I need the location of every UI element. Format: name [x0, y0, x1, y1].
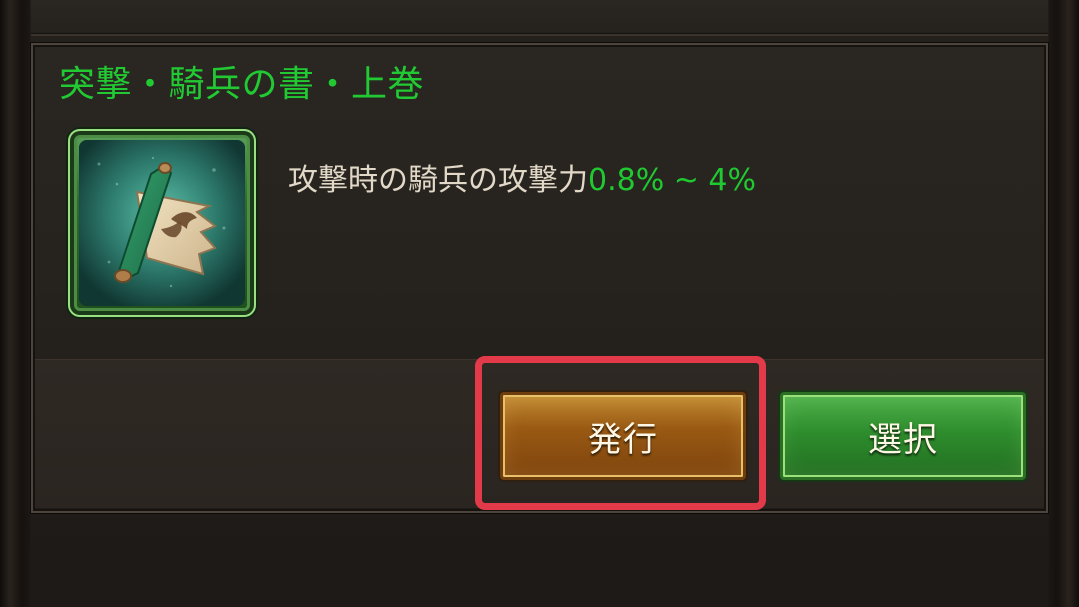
description-value: 0.8% ~ 4%	[588, 163, 757, 198]
scroll-horse-icon	[79, 140, 245, 306]
top-panel-strip	[31, 0, 1048, 36]
item-title: 突撃・騎兵の書・上巻	[59, 64, 425, 105]
issue-button[interactable]: 発行	[500, 392, 746, 480]
select-button[interactable]: 選択	[780, 392, 1026, 480]
item-description: 攻撃時の騎兵の攻撃力0.8% ~ 4%	[288, 166, 756, 196]
description-text: 攻撃時の騎兵の攻撃力	[288, 163, 588, 198]
item-icon-frame	[68, 129, 256, 317]
